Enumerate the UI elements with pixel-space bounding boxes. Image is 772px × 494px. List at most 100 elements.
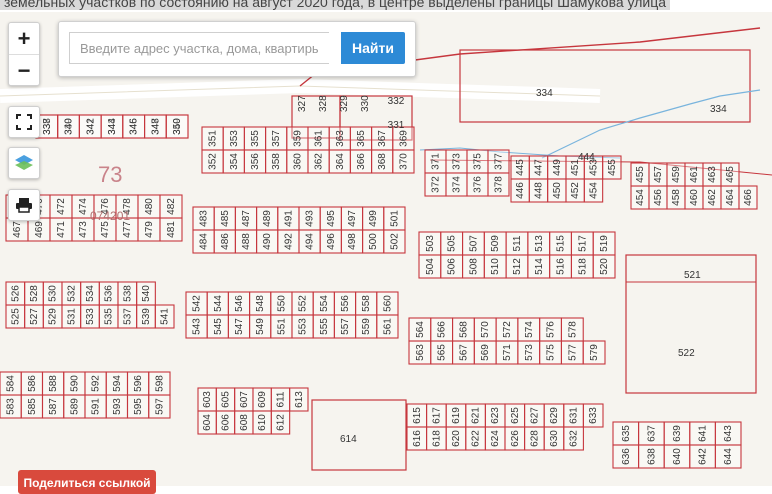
plot-640: 640 bbox=[672, 448, 683, 465]
plot-555: 555 bbox=[319, 318, 330, 335]
plot-361: 361 bbox=[314, 130, 325, 147]
map-canvas[interactable]: 337338 339340 341342 343344 345346 347348 3493… bbox=[0, 12, 772, 486]
plot-354: 354 bbox=[229, 153, 240, 170]
plot-517: 517 bbox=[577, 235, 588, 252]
plot-368: 368 bbox=[377, 153, 388, 170]
block-label: 73 bbox=[98, 162, 122, 187]
plot-483: 483 bbox=[199, 210, 210, 227]
plot-485: 485 bbox=[220, 210, 231, 227]
plot-516: 516 bbox=[556, 258, 567, 275]
plot-626: 626 bbox=[510, 430, 521, 447]
plot-561: 561 bbox=[382, 318, 393, 335]
road-north bbox=[0, 78, 601, 103]
plot-356: 356 bbox=[250, 153, 261, 170]
plot-604: 604 bbox=[202, 414, 213, 431]
plot-489: 489 bbox=[262, 210, 273, 227]
plot-627: 627 bbox=[529, 407, 540, 424]
print-icon bbox=[16, 198, 32, 213]
zoom-in-button[interactable]: + bbox=[9, 23, 39, 54]
plot-532: 532 bbox=[66, 285, 77, 302]
plot-542: 542 bbox=[192, 295, 203, 312]
plot-493: 493 bbox=[305, 210, 316, 227]
plot-467: 467 bbox=[12, 221, 23, 238]
plot-571: 571 bbox=[502, 344, 513, 361]
plot-629: 629 bbox=[549, 407, 560, 424]
plot-454: 454 bbox=[635, 189, 646, 206]
plot-332: 332 bbox=[388, 96, 405, 107]
plot-481: 481 bbox=[166, 221, 177, 238]
plot-593: 593 bbox=[112, 398, 123, 415]
plot-573: 573 bbox=[524, 344, 535, 361]
zoom-out-button[interactable]: − bbox=[9, 54, 39, 86]
cadastral-map[interactable]: 337 338 339 340 341 342 343 344 345 346 347 348 349 3… bbox=[0, 12, 772, 486]
plot-454: 454 bbox=[589, 182, 600, 199]
plot-455: 455 bbox=[607, 159, 618, 176]
plot-461: 461 bbox=[689, 166, 700, 183]
plot-586: 586 bbox=[27, 375, 38, 392]
plot-592: 592 bbox=[91, 375, 102, 392]
address-search-input[interactable] bbox=[69, 32, 329, 64]
plot-475: 475 bbox=[100, 221, 111, 238]
plot-378: 378 bbox=[494, 176, 505, 193]
plot-638: 638 bbox=[646, 448, 657, 465]
plot-642: 642 bbox=[698, 448, 709, 465]
plot-539: 539 bbox=[141, 308, 152, 325]
plot-526: 526 bbox=[10, 285, 21, 302]
plot-557: 557 bbox=[340, 318, 351, 335]
plot-549: 549 bbox=[255, 318, 266, 335]
plot-504: 504 bbox=[425, 258, 436, 275]
plot-359: 359 bbox=[292, 130, 303, 147]
plot-447: 447 bbox=[534, 159, 545, 176]
plot-342: 342 bbox=[85, 118, 96, 135]
plot-545: 545 bbox=[213, 318, 224, 335]
plot-577: 577 bbox=[567, 344, 578, 361]
plot-548: 548 bbox=[255, 295, 266, 312]
plot-540: 540 bbox=[141, 285, 152, 302]
plot-591: 591 bbox=[91, 398, 102, 415]
plot-472: 472 bbox=[56, 198, 67, 215]
plot-479: 479 bbox=[144, 221, 155, 238]
plot-513: 513 bbox=[534, 235, 545, 252]
plot-552: 552 bbox=[298, 295, 309, 312]
plot-519: 519 bbox=[599, 235, 610, 252]
plot-522: 522 bbox=[678, 348, 695, 359]
plot-566: 566 bbox=[437, 321, 448, 338]
plot-568: 568 bbox=[458, 321, 469, 338]
plot-355: 355 bbox=[250, 130, 261, 147]
plot-460: 460 bbox=[689, 189, 700, 206]
plot-353: 353 bbox=[229, 130, 240, 147]
plot-622: 622 bbox=[471, 430, 482, 447]
plot-352: 352 bbox=[208, 153, 219, 170]
search-button[interactable]: Найти bbox=[341, 32, 405, 64]
plot-630: 630 bbox=[549, 430, 560, 447]
plot-596: 596 bbox=[133, 375, 144, 392]
plot-541: 541 bbox=[160, 308, 171, 325]
plot-452: 452 bbox=[570, 182, 581, 199]
roads-layer bbox=[0, 78, 601, 103]
plot-362: 362 bbox=[314, 153, 325, 170]
plot-617: 617 bbox=[431, 407, 442, 424]
plot-576: 576 bbox=[546, 321, 557, 338]
plot-477: 477 bbox=[122, 221, 133, 238]
plot-585: 585 bbox=[27, 398, 38, 415]
plot-553: 553 bbox=[298, 318, 309, 335]
plot-607: 607 bbox=[239, 391, 250, 408]
plot-344: 344 bbox=[107, 118, 118, 135]
plot-340: 340 bbox=[64, 118, 75, 135]
layers-button[interactable] bbox=[8, 147, 40, 179]
plot-575: 575 bbox=[546, 344, 557, 361]
plot-444: 444 bbox=[578, 152, 595, 163]
fullscreen-button[interactable] bbox=[8, 106, 40, 138]
share-link-button[interactable]: Поделиться ссылкой bbox=[18, 470, 156, 494]
plot-635: 635 bbox=[621, 425, 632, 442]
plot-369: 369 bbox=[398, 130, 409, 147]
plot-331: 331 bbox=[388, 120, 405, 131]
plot-558: 558 bbox=[361, 295, 372, 312]
plot-510: 510 bbox=[490, 258, 501, 275]
plot-505: 505 bbox=[447, 235, 458, 252]
plot-496: 496 bbox=[326, 233, 337, 250]
plot-507: 507 bbox=[468, 235, 479, 252]
print-button[interactable] bbox=[8, 189, 40, 221]
plot-469: 469 bbox=[34, 221, 45, 238]
plot-348: 348 bbox=[150, 118, 161, 135]
